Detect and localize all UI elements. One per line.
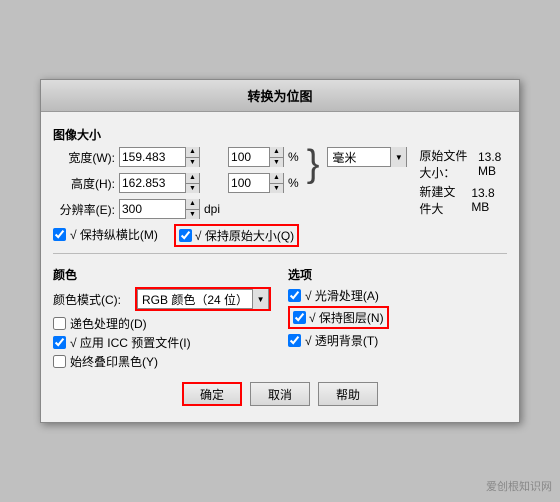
color-mode-select[interactable]: RGB 颜色（24 位） ▼	[137, 289, 269, 309]
color-handle-checkbox[interactable]	[53, 317, 66, 330]
anti-aliasing-checkbox[interactable]	[288, 289, 301, 302]
color-mode-arrow[interactable]: ▼	[252, 289, 268, 309]
color-mode-label: 颜色模式(C):	[53, 291, 131, 308]
transparent-bg-checkbox[interactable]	[288, 334, 301, 347]
new-size-value: 13.8 MB	[471, 186, 507, 214]
height-label: 高度(H):	[53, 175, 115, 192]
resolution-input-group: ▲ ▼	[119, 199, 200, 219]
resolution-unit: dpi	[204, 202, 220, 216]
width-percent-symbol: %	[288, 150, 299, 164]
transparent-bg-label: √ 透明背景(T)	[305, 332, 378, 349]
keep-layers-highlighted: √ 保持图层(N)	[288, 306, 389, 329]
unit-select-text: 毫米	[328, 149, 390, 166]
width-percent-group: ▲ ▼	[228, 147, 284, 167]
color-mode-value: RGB 颜色（24 位）	[138, 291, 252, 308]
keep-original-checkbox[interactable]	[179, 229, 192, 242]
width-label: 宽度(W):	[53, 149, 115, 166]
ok-button[interactable]: 确定	[182, 382, 242, 406]
width-percent-spin-down[interactable]: ▼	[270, 158, 283, 168]
watermark: 爱创根知识网	[486, 478, 552, 494]
resolution-spin-up[interactable]: ▲	[186, 199, 199, 210]
dialog-title: 转换为位图	[41, 80, 519, 112]
color-section: 颜色 颜色模式(C): RGB 颜色（24 位） ▼ 递色处理的(D)	[53, 260, 272, 372]
keep-ratio-row: √ 保持纵横比(M)	[53, 224, 158, 245]
original-size-value: 13.8 MB	[478, 150, 507, 178]
width-percent-input[interactable]	[229, 148, 269, 166]
width-spin-up[interactable]: ▲	[186, 147, 199, 158]
apply-icc-label: √ 应用 ICC 预置文件(I)	[70, 334, 191, 351]
image-size-section-label: 图像大小	[53, 126, 507, 143]
new-size-label: 新建文件大	[419, 183, 467, 217]
options-section-label: 选项	[288, 266, 507, 283]
brace: }	[307, 147, 320, 183]
width-percent-spin-up[interactable]: ▲	[270, 147, 283, 158]
keep-ratio-checkbox[interactable]	[53, 228, 66, 241]
height-percent-input[interactable]	[229, 174, 269, 192]
height-percent-spin-down[interactable]: ▼	[270, 184, 283, 194]
height-spin-down[interactable]: ▼	[186, 184, 199, 194]
width-spin-down[interactable]: ▼	[186, 158, 199, 168]
options-section: 选项 √ 光滑处理(A) √ 保持图层(N) √ 透明背景(T)	[288, 260, 507, 372]
color-mode-select-highlighted: RGB 颜色（24 位） ▼	[135, 287, 271, 311]
keep-layers-checkbox[interactable]	[293, 311, 306, 324]
dialog-buttons: 确定 取消 帮助	[53, 382, 507, 406]
color-section-label: 颜色	[53, 266, 272, 283]
width-input-group: ▲ ▼	[119, 147, 200, 167]
keep-ratio-label: √ 保持纵横比(M)	[70, 226, 158, 243]
keep-original-highlighted: √ 保持原始大小(Q)	[174, 224, 299, 247]
unit-select[interactable]: 毫米 ▼	[327, 147, 407, 167]
anti-aliasing-label: √ 光滑处理(A)	[305, 287, 379, 304]
convert-to-bitmap-dialog: 转换为位图 图像大小 宽度(W): ▲ ▼	[40, 79, 520, 423]
resolution-input[interactable]	[120, 200, 185, 218]
always-overprint-label: 始终叠印黑色(Y)	[70, 353, 158, 370]
height-input-group: ▲ ▼	[119, 173, 200, 193]
height-percent-group: ▲ ▼	[228, 173, 284, 193]
apply-icc-checkbox[interactable]	[53, 336, 66, 349]
resolution-label: 分辨率(E):	[53, 201, 115, 218]
height-spin-up[interactable]: ▲	[186, 173, 199, 184]
keep-layers-label: √ 保持图层(N)	[309, 309, 384, 326]
keep-original-label: √ 保持原始大小(Q)	[195, 227, 294, 244]
cancel-button[interactable]: 取消	[250, 382, 310, 406]
height-percent-symbol: %	[288, 176, 299, 190]
color-handle-label: 递色处理的(D)	[70, 315, 147, 332]
original-size-label: 原始文件大小：	[419, 147, 474, 181]
unit-select-arrow[interactable]: ▼	[390, 147, 406, 167]
height-percent-spin-up[interactable]: ▲	[270, 173, 283, 184]
height-input[interactable]	[120, 174, 185, 192]
resolution-spin-down[interactable]: ▼	[186, 210, 199, 220]
help-button[interactable]: 帮助	[318, 382, 378, 406]
width-input[interactable]	[120, 148, 185, 166]
always-overprint-checkbox[interactable]	[53, 355, 66, 368]
